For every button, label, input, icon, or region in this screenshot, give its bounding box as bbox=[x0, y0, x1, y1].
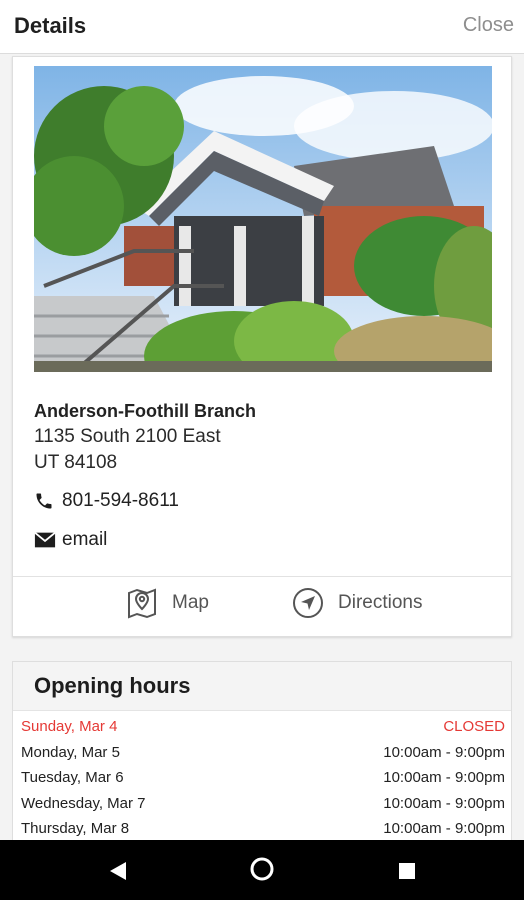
phone-link[interactable]: 801-594-8611 bbox=[34, 490, 179, 512]
address-line2: UT 84108 bbox=[34, 452, 118, 473]
home-circle-icon[interactable] bbox=[249, 856, 275, 887]
phone-icon bbox=[34, 490, 56, 512]
hours-time: 10:00am - 9:00pm bbox=[383, 744, 505, 761]
map-button[interactable]: Map bbox=[126, 587, 209, 619]
hours-time: 10:00am - 9:00pm bbox=[383, 769, 505, 786]
phone-number: 801-594-8611 bbox=[62, 490, 179, 511]
back-triangle-icon[interactable] bbox=[108, 860, 128, 887]
opening-hours-card: Opening hours Sunday, Mar 4 CLOSED Monda… bbox=[12, 661, 512, 861]
opening-hours-title: Opening hours bbox=[34, 673, 191, 698]
address-line1: 1135 South 2100 East bbox=[34, 426, 221, 447]
hours-day: Wednesday, Mar 7 bbox=[21, 795, 146, 812]
opening-hours-header: Opening hours bbox=[13, 662, 511, 711]
hours-row: Tuesday, Mar 6 10:00am - 9:00pm bbox=[21, 769, 505, 791]
email-label: email bbox=[62, 529, 108, 550]
map-pin-icon bbox=[126, 587, 158, 619]
hours-day: Sunday, Mar 4 bbox=[21, 718, 118, 735]
hours-day: Monday, Mar 5 bbox=[21, 744, 120, 761]
hours-time: 10:00am - 9:00pm bbox=[383, 795, 505, 812]
hours-row: Monday, Mar 5 10:00am - 9:00pm bbox=[21, 744, 505, 766]
branch-details-card: Anderson-Foothill Branch 1135 South 2100… bbox=[12, 56, 512, 637]
hours-day: Thursday, Mar 8 bbox=[21, 820, 130, 837]
hours-row: Thursday, Mar 8 10:00am - 9:00pm bbox=[21, 820, 505, 842]
branch-photo bbox=[34, 66, 492, 372]
close-button[interactable]: Close bbox=[463, 14, 514, 37]
recents-square-icon[interactable] bbox=[398, 862, 416, 885]
page-title: Details bbox=[14, 13, 87, 38]
navigation-arrow-icon bbox=[292, 587, 324, 619]
map-label: Map bbox=[172, 592, 209, 613]
hours-row: Wednesday, Mar 7 10:00am - 9:00pm bbox=[21, 795, 505, 817]
hours-row: Sunday, Mar 4 CLOSED bbox=[21, 718, 505, 740]
system-nav-bar bbox=[0, 840, 524, 900]
divider bbox=[13, 576, 511, 577]
directions-label: Directions bbox=[338, 592, 423, 613]
app-bar: Details Close bbox=[0, 0, 524, 54]
directions-button[interactable]: Directions bbox=[292, 587, 422, 619]
email-link[interactable]: email bbox=[34, 529, 107, 551]
hours-time: CLOSED bbox=[443, 718, 505, 735]
hours-time: 10:00am - 9:00pm bbox=[383, 820, 505, 837]
hours-day: Tuesday, Mar 6 bbox=[21, 769, 124, 786]
branch-name: Anderson-Foothill Branch bbox=[34, 401, 256, 421]
envelope-icon bbox=[34, 529, 56, 551]
